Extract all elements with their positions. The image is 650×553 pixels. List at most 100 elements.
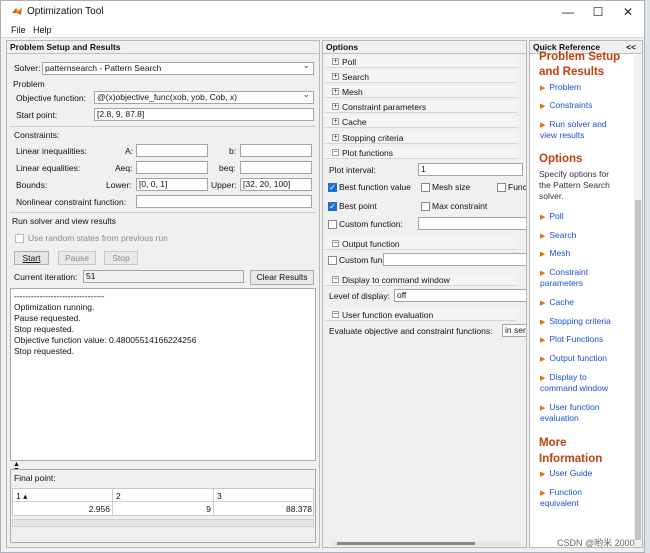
level-of-display-select[interactable]: off (394, 289, 526, 302)
arrow-right-icon: ▶ (540, 85, 546, 92)
evaluate-functions-label: Evaluate objective and constraint functi… (329, 326, 493, 336)
custom-output-function-checkbox[interactable] (328, 256, 337, 265)
max-constraint-label: Max constraint (432, 201, 488, 211)
scrollbar-thumb[interactable] (337, 542, 475, 545)
link-problem[interactable]: ▶ Problem (540, 82, 581, 92)
a-input[interactable] (136, 144, 208, 157)
section-user-function-evaluation[interactable]: − User function evaluation (325, 309, 517, 321)
section-plot-functions[interactable]: − Plot functions (325, 147, 517, 159)
link-run-solver[interactable]: ▶ Run solver and (540, 119, 607, 129)
link-user-function[interactable]: ▶ User function (540, 402, 599, 412)
link-user-guide[interactable]: ▶ User Guide (540, 468, 592, 478)
vertical-scrollbar[interactable] (634, 55, 642, 547)
link-output-function[interactable]: ▶ Output function (540, 353, 607, 363)
beq-input[interactable] (240, 161, 312, 174)
output-line: Pause requested. (14, 313, 81, 323)
section-search[interactable]: + Search (325, 71, 517, 83)
link-function-equivalent[interactable]: ▶ Function (540, 487, 582, 497)
a-label: A: (125, 146, 134, 156)
aeq-input[interactable] (136, 161, 208, 174)
window-title: Optimization Tool (27, 6, 104, 17)
best-point-checkbox[interactable]: ✓ (328, 202, 337, 211)
plot-interval-label: Plot interval: (329, 165, 376, 175)
arrow-right-icon: ▶ (540, 471, 546, 478)
custom-plot-function-input[interactable] (418, 217, 526, 230)
link-constraints[interactable]: ▶ Constraints (540, 100, 592, 110)
link-display-2[interactable]: command window (540, 383, 608, 393)
aeq-label: Aeq: (115, 163, 133, 173)
upper-label: Upper: (211, 180, 237, 190)
link-poll[interactable]: ▶ Poll (540, 211, 564, 221)
custom-function-label: Custom function: (339, 219, 403, 229)
custom-plot-function-checkbox[interactable] (328, 220, 337, 229)
expand-icon: + (332, 134, 339, 142)
section-cache[interactable]: + Cache (325, 116, 517, 128)
plot-interval-input[interactable]: 1 (418, 163, 523, 176)
horizontal-scrollbar[interactable] (331, 541, 521, 546)
lower-bound-input[interactable]: [0, 0, 1] (136, 178, 208, 191)
table-cell: 88.378 (286, 504, 312, 514)
close-button[interactable]: ✕ (613, 3, 643, 21)
maximize-button[interactable]: ☐ (583, 3, 613, 21)
stop-button[interactable]: Stop (104, 251, 138, 265)
random-states-checkbox[interactable] (15, 234, 24, 243)
problem-setup-panel: Problem Setup and Results Solver: patter… (6, 40, 320, 548)
collapse-icon: − (332, 311, 339, 319)
section-display-to-command-window[interactable]: − Display to command window (325, 274, 517, 286)
table-cell: 2.956 (13, 502, 113, 516)
evaluate-functions-select[interactable]: in ser (502, 324, 526, 337)
collapse-icon: − (332, 276, 339, 284)
max-constraint-checkbox[interactable] (421, 202, 430, 211)
menu-file[interactable]: File (11, 25, 26, 35)
link-search[interactable]: ▶ Search (540, 230, 576, 240)
arrow-right-icon: ▶ (540, 337, 546, 344)
section-mesh[interactable]: + Mesh (325, 86, 517, 98)
minimize-button[interactable]: — (553, 3, 583, 21)
scrollbar-thumb[interactable] (635, 200, 641, 540)
arrow-right-icon: ▶ (540, 405, 546, 412)
upper-bound-input[interactable]: [32, 20, 100] (240, 178, 312, 191)
problem-section-label: Problem (13, 79, 45, 89)
arrow-right-icon: ▶ (540, 300, 546, 307)
expand-icon: + (332, 103, 339, 111)
matlab-logo-icon (12, 7, 22, 15)
section-poll[interactable]: + Poll (325, 56, 517, 68)
link-constraint-parameters[interactable]: ▶ Constraint (540, 267, 588, 277)
final-point-box: Final point: 1 ▴ 2 3 2.956 9 88.378 (10, 469, 316, 543)
link-function-equivalent-2[interactable]: equivalent (540, 498, 579, 508)
objective-function-input[interactable]: @(x)objective_func(xob, yob, Cob, x) (94, 91, 314, 104)
link-plot-functions[interactable]: ▶ Plot Functions (540, 334, 603, 344)
link-user-function-2[interactable]: evaluation (540, 413, 579, 423)
start-button[interactable]: Start (14, 251, 49, 265)
link-constraint-parameters-2[interactable]: parameters (540, 278, 583, 288)
link-run-solver-2[interactable]: view results (540, 130, 584, 140)
section-stopping-criteria[interactable]: + Stopping criteria (325, 132, 517, 144)
options-description: the Pattern Search (539, 180, 610, 190)
table-header-cell[interactable]: 1 ▴ (13, 489, 113, 502)
table-cell: 9 (113, 502, 214, 516)
section-constraint-parameters[interactable]: + Constraint parameters (325, 101, 517, 113)
clear-results-button[interactable]: Clear Results (250, 270, 314, 285)
table-header-cell[interactable]: 2 (113, 489, 214, 502)
best-function-value-checkbox[interactable]: ✓ (328, 183, 337, 192)
link-mesh[interactable]: ▶ Mesh (540, 248, 570, 258)
pause-button[interactable]: Pause (58, 251, 96, 265)
solver-select[interactable]: patternsearch - Pattern Search (42, 62, 314, 75)
nonlinear-constraint-input[interactable] (136, 195, 312, 208)
collapse-panel-button[interactable]: << (626, 41, 636, 54)
b-input[interactable] (240, 144, 312, 157)
link-stopping-criteria[interactable]: ▶ Stopping criteria (540, 316, 611, 326)
output-line: Optimization running. (14, 302, 95, 312)
custom-output-function-input[interactable] (383, 253, 526, 266)
horizontal-scrollbar[interactable] (12, 519, 314, 527)
link-cache[interactable]: ▶ Cache (540, 297, 574, 307)
bounds-label: Bounds: (16, 180, 48, 190)
menu-bar: File Help (1, 23, 644, 38)
table-header-cell[interactable]: 3 (214, 489, 314, 502)
link-display[interactable]: ▶ Display to (540, 372, 587, 382)
section-output-function[interactable]: − Output function (325, 238, 517, 250)
func-count-checkbox[interactable] (497, 183, 506, 192)
mesh-size-checkbox[interactable] (421, 183, 430, 192)
menu-help[interactable]: Help (33, 25, 52, 35)
start-point-input[interactable]: [2.8, 9, 87.8] (94, 108, 314, 121)
